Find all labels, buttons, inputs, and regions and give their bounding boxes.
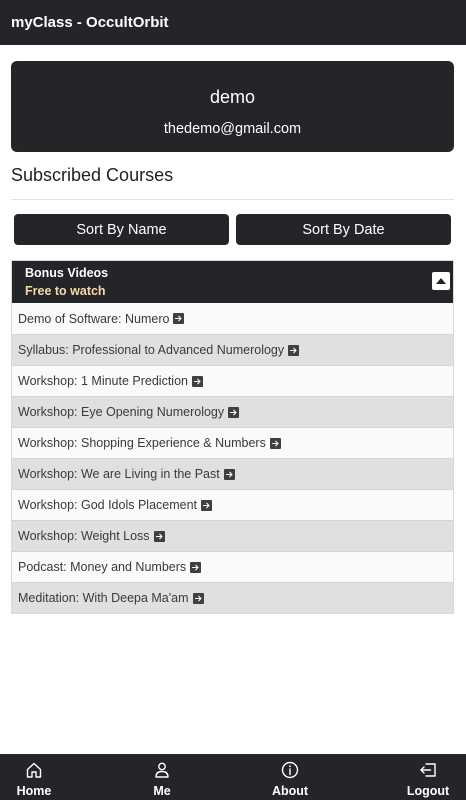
sort-by-name-button[interactable]: Sort By Name [14,214,229,245]
person-icon [153,761,171,779]
course-group-title: Bonus Videos [25,266,109,280]
arrow-right-icon [192,375,203,387]
nav-logout-label: Logout [406,784,450,798]
page: myClass - OccultOrbit demo thedemo@gmail… [0,0,466,800]
logout-icon [418,761,438,779]
profile-email: thedemo@gmail.com [163,121,302,137]
collapse-toggle-icon[interactable] [432,272,450,290]
course-row[interactable]: Workshop: Weight Loss [12,520,453,551]
course-label: Workshop: 1 Minute Prediction [18,374,188,388]
profile-card: demo thedemo@gmail.com [11,61,454,152]
arrow-right-icon [173,313,185,324]
course-label: Workshop: We are Living in the Past [18,467,220,481]
course-row[interactable]: Workshop: God Idols Placement [12,489,453,520]
arrow-right-icon [192,592,204,604]
nav-me[interactable]: Me [127,754,197,800]
course-label: Workshop: God Idols Placement [18,498,198,512]
divider [11,199,454,200]
app-title: myClass - OccultOrbit [11,14,169,31]
app-bar: myClass - OccultOrbit [0,0,466,45]
course-row[interactable]: Demo of Software: Numero [12,303,453,334]
arrow-right-icon [201,499,213,511]
course-group-header[interactable]: Bonus Videos Free to watch [12,261,453,303]
arrow-right-icon [223,468,235,480]
home-icon [25,761,43,779]
course-group-subtitle: Free to watch [25,284,106,298]
sort-by-date-button[interactable]: Sort By Date [236,214,451,245]
course-row[interactable]: Workshop: Eye Opening Numerology [12,396,453,427]
course-row[interactable]: Podcast: Money and Numbers [12,551,453,582]
course-group: Bonus Videos Free to watch Demo of Softw… [11,260,454,614]
nav-about[interactable]: About [255,754,325,800]
course-label: Workshop: Eye Opening Numerology [18,405,225,419]
nav-about-label: About [271,784,309,798]
course-row[interactable]: Meditation: With Deepa Ma'am [12,582,453,613]
course-label: Syllabus: Professional to Advanced Numer… [18,343,285,357]
course-label: Workshop: Weight Loss [18,529,150,543]
info-icon [281,761,299,779]
profile-name: demo [209,87,256,107]
arrow-right-icon [190,561,202,573]
course-row[interactable]: Syllabus: Professional to Advanced Numer… [12,334,453,365]
course-label: Workshop: Shopping Experience & Numbers [18,436,266,450]
section-title: Subscribed Courses [11,165,174,185]
course-row[interactable]: Workshop: 1 Minute Prediction [12,365,453,396]
nav-logout[interactable]: Logout [393,754,463,800]
arrow-right-icon [153,530,165,542]
course-row[interactable]: Workshop: We are Living in the Past [12,458,453,489]
course-row[interactable]: Workshop: Shopping Experience & Numbers [12,427,453,458]
arrow-right-icon [228,406,240,418]
arrow-right-icon [288,344,300,356]
bottom-nav: Home Me About Logout [0,754,466,800]
course-label: Meditation: With Deepa Ma'am [18,591,189,605]
nav-me-label: Me [153,784,171,798]
course-label: Demo of Software: Numero [18,311,170,326]
nav-home-label: Home [16,784,52,798]
course-list: Demo of Software: Numero Syllabus: Profes… [12,303,453,613]
nav-home[interactable]: Home [0,754,69,800]
course-label: Podcast: Money and Numbers [18,560,187,574]
arrow-right-icon [269,437,281,449]
